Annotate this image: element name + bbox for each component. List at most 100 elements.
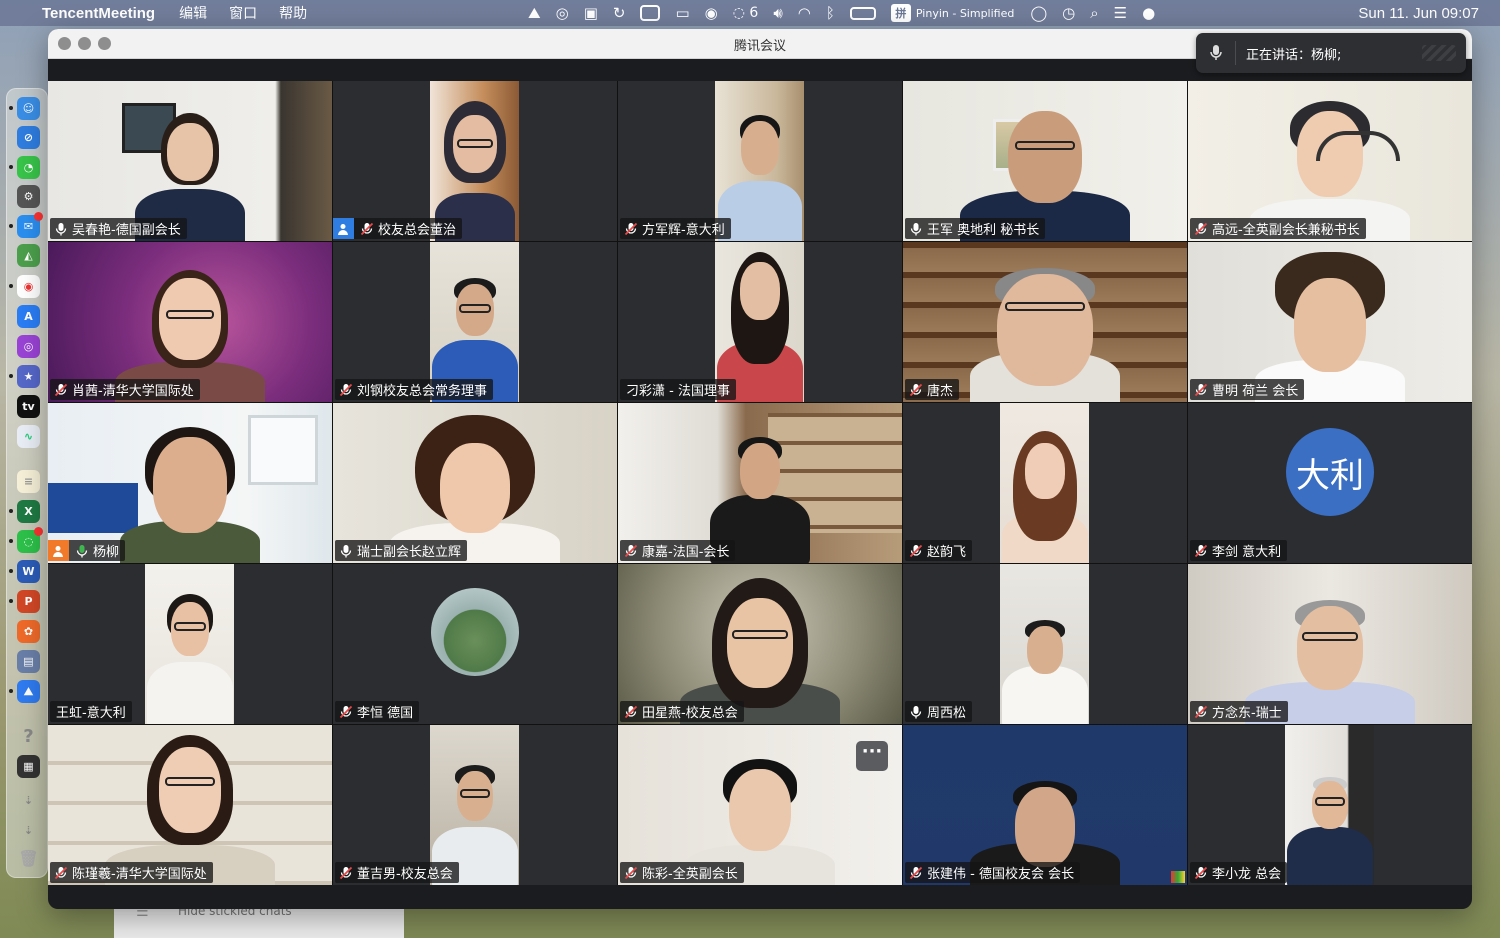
input-source-label: Pinyin - Simplified bbox=[915, 6, 1015, 20]
time-machine-icon[interactable]: ◷ bbox=[1062, 0, 1075, 26]
help-icon[interactable]: ? bbox=[17, 725, 40, 748]
preview-icon[interactable]: ▤ bbox=[17, 650, 40, 673]
app-store-icon[interactable]: A bbox=[17, 305, 40, 328]
meeting-tray-icon[interactable]: ⛰ bbox=[528, 0, 541, 26]
participant-tile[interactable]: 陈瑾羲-清华大学国际处 bbox=[48, 725, 332, 885]
settings-icon[interactable]: ⚙ bbox=[17, 185, 40, 208]
participant-tile[interactable]: 吴春艳-德国副会长 bbox=[48, 81, 332, 241]
download-folder-icon[interactable]: ⇣ bbox=[17, 789, 40, 812]
participant-tile-active[interactable]: 杨柳 bbox=[48, 403, 332, 563]
participant-name-tag: 校友总会董治 bbox=[333, 218, 463, 239]
finder-icon[interactable]: ☺ bbox=[17, 97, 40, 120]
participant-tile[interactable]: 方念东-瑞士 bbox=[1188, 564, 1472, 724]
search-icon[interactable]: ⌕ bbox=[1090, 0, 1098, 26]
volume-icon[interactable]: 🔊︎ bbox=[773, 0, 782, 26]
imovie-icon[interactable]: ★ bbox=[17, 365, 40, 388]
wifi-icon[interactable]: ◠ bbox=[798, 0, 811, 26]
participant-tile[interactable]: 赵韵飞 bbox=[903, 403, 1187, 563]
mic-muted-icon bbox=[1193, 543, 1209, 559]
mic-muted-icon bbox=[623, 865, 639, 881]
notes-icon[interactable]: ≡ bbox=[17, 470, 40, 493]
participant-name: 董吉男-校友总会 bbox=[357, 867, 453, 882]
participant-name-tag: 陈彩-全英副会长 bbox=[620, 862, 744, 883]
mic-muted-icon bbox=[338, 865, 354, 881]
app-orange-icon[interactable]: ✿ bbox=[17, 620, 40, 643]
airdrop-icon[interactable]: ◉ bbox=[705, 0, 718, 26]
mic-muted-icon bbox=[1193, 221, 1209, 237]
documents-folder-icon[interactable]: ⇣ bbox=[17, 819, 40, 842]
video-feed bbox=[715, 81, 804, 241]
podcasts-icon[interactable]: ◎ bbox=[17, 335, 40, 358]
participant-tile[interactable]: ··· 陈彩-全英副会长 bbox=[618, 725, 902, 885]
participant-tile[interactable]: 王军 奥地利 秘书长 bbox=[903, 81, 1187, 241]
participant-tile[interactable]: 刁彩潇 - 法国理事 bbox=[618, 242, 902, 402]
participant-tile[interactable]: 高远-全英副会长兼秘书长 bbox=[1188, 81, 1472, 241]
video-feed bbox=[715, 242, 804, 402]
video-feed bbox=[903, 242, 1187, 402]
participant-tile[interactable]: 田星燕-校友总会 bbox=[618, 564, 902, 724]
participant-name-tag: 曹明 荷兰 会长 bbox=[1190, 379, 1305, 400]
mic-muted-icon bbox=[908, 543, 924, 559]
dock: ☺ ⊘ ◔ ⚙ ✉ ◭ ◉ A ◎ ★ tv ∿ ≡ X ◌ W P ✿ ▤ ⛰… bbox=[6, 88, 48, 878]
battery-icon[interactable] bbox=[849, 0, 876, 26]
apple-tv-icon[interactable]: tv bbox=[17, 395, 40, 418]
refresh-icon[interactable]: ↻ bbox=[613, 0, 626, 26]
participant-tile[interactable]: 康嘉-法国-会长 bbox=[618, 403, 902, 563]
participant-tile[interactable]: 李小龙 总会 bbox=[1188, 725, 1472, 885]
participant-name: 周西松 bbox=[927, 706, 967, 721]
maps-icon[interactable]: ◭ bbox=[17, 244, 40, 267]
menu-window[interactable]: 窗口 bbox=[229, 3, 257, 23]
bluetooth-icon[interactable]: ᛒ bbox=[826, 0, 835, 26]
wechat-icon[interactable]: ◌ 6 bbox=[733, 0, 759, 26]
video-grid: 吴春艳-德国副会长 校友总会董治 方军辉-意大利 王军 奥地利 秘书长 高远-全… bbox=[48, 81, 1472, 885]
participant-tile[interactable]: 刘钢校友总会常务理事 bbox=[333, 242, 617, 402]
word-icon[interactable]: W bbox=[17, 560, 40, 583]
wechat-dock-icon[interactable]: ◌ bbox=[17, 527, 43, 553]
display-icon[interactable]: ▭ bbox=[675, 0, 689, 26]
participant-tile[interactable]: 张建伟 - 德国校友会 会长 bbox=[903, 725, 1187, 885]
participant-name-tag: 刘钢校友总会常务理事 bbox=[335, 379, 494, 400]
participant-name: 李剑 意大利 bbox=[1212, 545, 1282, 560]
excel-icon[interactable]: X bbox=[17, 500, 40, 523]
siri-icon[interactable]: ● bbox=[1142, 0, 1155, 26]
activity-icon[interactable] bbox=[640, 0, 661, 26]
menu-edit[interactable]: 编辑 bbox=[179, 3, 207, 23]
screenshot-icon[interactable]: ▦ bbox=[17, 755, 40, 778]
participant-tile[interactable]: 李恒 德国 bbox=[333, 564, 617, 724]
tile-more-button[interactable]: ··· bbox=[856, 741, 888, 771]
messages-icon[interactable]: ◔ bbox=[17, 156, 40, 179]
drag-handle-icon[interactable] bbox=[1422, 45, 1456, 61]
freeform-icon[interactable]: ∿ bbox=[17, 425, 40, 448]
mail-icon[interactable]: ✉ bbox=[17, 212, 43, 238]
sync-icon[interactable]: ◎ bbox=[556, 0, 569, 26]
user-icon[interactable]: ◯ bbox=[1030, 0, 1047, 26]
running-indicator bbox=[9, 599, 13, 603]
input-source-menu[interactable]: 拼 Pinyin - Simplified bbox=[890, 4, 1015, 22]
participant-tile[interactable]: 大利 李剑 意大利 bbox=[1188, 403, 1472, 563]
participant-tile[interactable]: 方军辉-意大利 bbox=[618, 81, 902, 241]
trash-icon[interactable]: 🗑︎ bbox=[17, 847, 40, 870]
menu-clock[interactable]: Sun 11. Jun 09:07 bbox=[1358, 0, 1479, 26]
participant-tile[interactable]: 周西松 bbox=[903, 564, 1187, 724]
powerpoint-icon[interactable]: P bbox=[17, 590, 40, 613]
menu-help[interactable]: 帮助 bbox=[279, 3, 307, 23]
app-menu[interactable]: TencentMeeting bbox=[42, 5, 155, 22]
participant-tile[interactable]: 曹明 荷兰 会长 bbox=[1188, 242, 1472, 402]
safari-icon[interactable]: ⊘ bbox=[17, 126, 40, 149]
running-indicator bbox=[9, 569, 13, 573]
participant-tile[interactable]: 瑞士副会长赵立辉 bbox=[333, 403, 617, 563]
chrome-icon[interactable]: ◉ bbox=[17, 275, 40, 298]
control-center-icon[interactable]: ☰ bbox=[1114, 0, 1127, 26]
tencent-meeting-dock-icon[interactable]: ⛰ bbox=[17, 680, 40, 703]
participant-tile[interactable]: 校友总会董治 bbox=[333, 81, 617, 241]
video-feed bbox=[1188, 242, 1472, 402]
participant-tile[interactable]: 唐杰 bbox=[903, 242, 1187, 402]
participant-name: 康嘉-法国-会长 bbox=[642, 545, 730, 560]
participant-tile[interactable]: 王虹-意大利 bbox=[48, 564, 332, 724]
participant-tile[interactable]: 董吉男-校友总会 bbox=[333, 725, 617, 885]
running-indicator bbox=[9, 224, 13, 228]
video-feed bbox=[430, 242, 519, 402]
speaking-indicator[interactable]: 正在讲话：杨柳; bbox=[1196, 33, 1466, 73]
participant-tile[interactable]: 肖茜-清华大学国际处 bbox=[48, 242, 332, 402]
app-tray-icon[interactable]: ▣ bbox=[584, 0, 598, 26]
